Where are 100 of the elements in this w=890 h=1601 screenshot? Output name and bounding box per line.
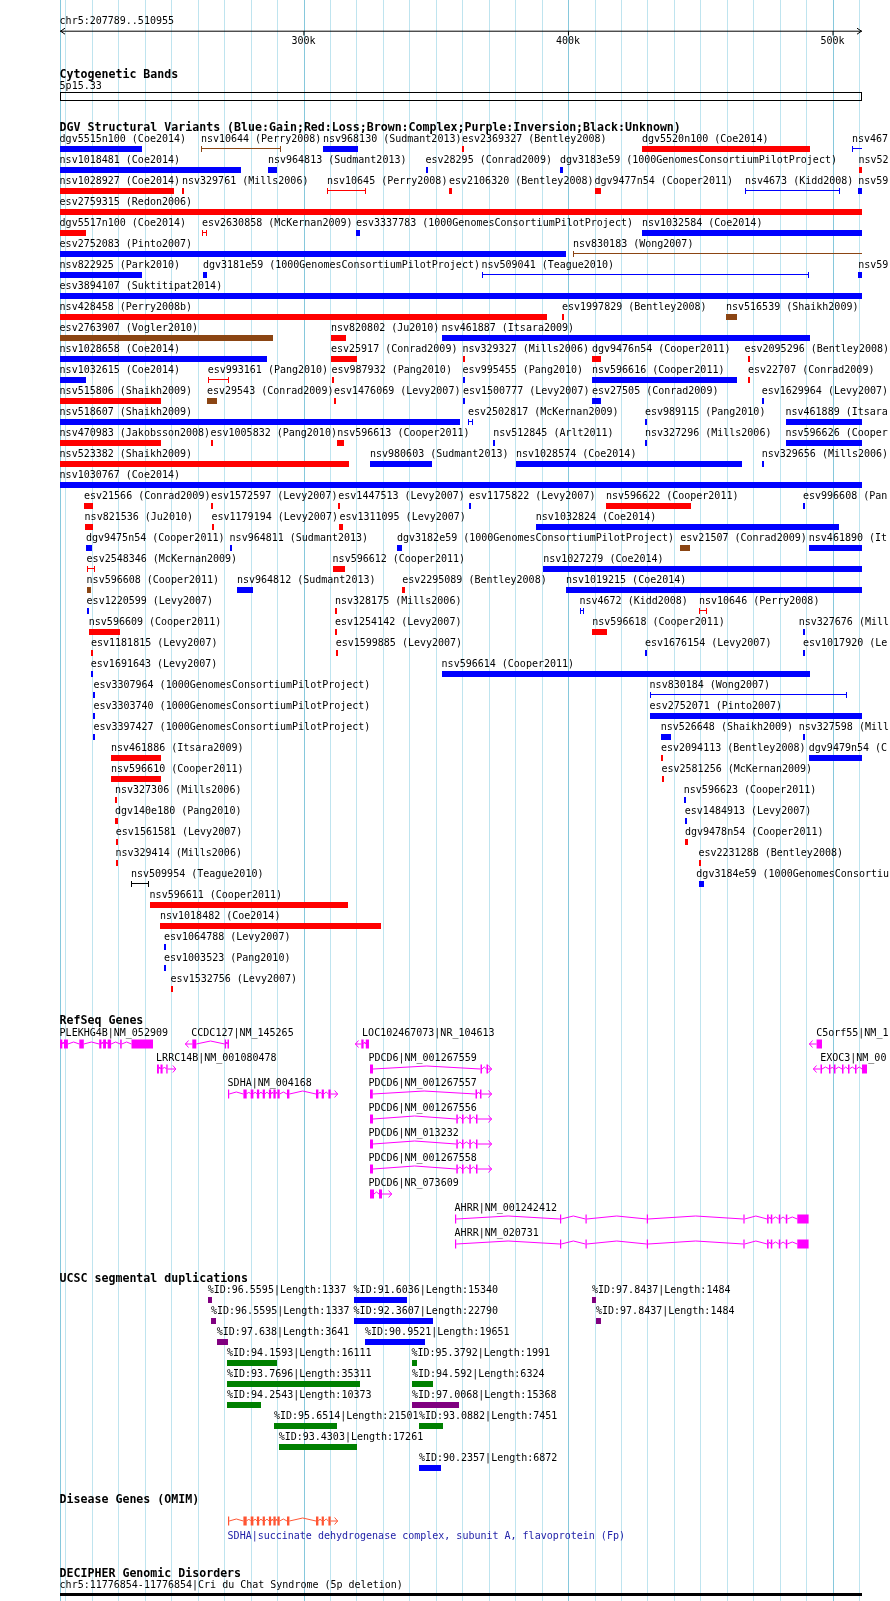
- variant-label: nsv327296 (Mills2006): [645, 427, 772, 439]
- variant-label: esv1691643 (Levy2007): [90, 658, 218, 670]
- variant-label: esv1484913 (Levy2007): [684, 805, 812, 817]
- duplication-label: %ID:93.0882|Length:7451: [418, 1410, 558, 1422]
- duplication-label: %ID:93.7696|Length:35311: [227, 1368, 372, 1380]
- variant-label: dgv9478n54 (Cooper2011): [685, 826, 824, 838]
- variant-label: esv3397427 (1000GenomesConsortiumPilotProject): [93, 721, 371, 733]
- variant-label: nsv830184 (Wong2007): [649, 679, 770, 691]
- variant-label: nsv1032615 (Coe2014): [59, 364, 180, 376]
- variant-label: nsv4672 (Kidd2008): [579, 595, 688, 607]
- variant-label: dgv5515n100 (Coe2014): [59, 133, 187, 145]
- variant-label: esv2630858 (McKernan2009): [202, 217, 353, 229]
- disease-gene-label: SDHA|succinate dehydrogenase complex, subunit A, flavoprotein (Fp): [227, 1530, 625, 1543]
- gene-model-drawing: [808, 1038, 822, 1049]
- variant-label: dgv9476n54 (Cooper2011): [592, 343, 731, 355]
- variant-label: esv2231288 (Bentley2008): [698, 847, 843, 859]
- track-title: Cytogenetic Bands: [59, 68, 179, 80]
- variant-label: esv1311095 (Levy2007): [339, 511, 466, 523]
- track-title: DECIPHER Genomic Disorders: [59, 1567, 242, 1579]
- duplication-label: %ID:97.638|Length:3641: [216, 1326, 350, 1338]
- variant-label: nsv596616 (Cooper2011): [592, 364, 725, 376]
- variant-label: esv21566 (Conrad2009): [84, 490, 211, 502]
- variant-label: esv1997829 (Bentley2008): [562, 301, 707, 313]
- gene-label: PDCD6|NM_001267559: [368, 1051, 477, 1064]
- variant-label: nsv1027279 (Coe2014): [543, 553, 664, 565]
- variant-label: esv3337783 (1000GenomesConsortiumPilotProject): [356, 217, 633, 229]
- variant-label: esv2295089 (Bentley2008): [402, 574, 547, 586]
- duplication-label: %ID:95.6514|Length:21501: [274, 1410, 419, 1422]
- duplication-label: %ID:94.592|Length:6324: [412, 1368, 545, 1380]
- variant-label: nsv596611 (Cooper2011): [149, 889, 283, 901]
- variant-label: esv27505 (Conrad2009): [592, 385, 719, 397]
- duplication-label: %ID:96.5595|Length:1337: [207, 1284, 347, 1296]
- variant-label: nsv1018482 (Coe2014): [160, 910, 281, 922]
- gene-label: PDCD6|NM_013232: [368, 1126, 459, 1139]
- duplication-label: %ID:97.8437|Length:1484: [596, 1305, 735, 1317]
- variant-label: nsv596610 (Cooper2011): [111, 763, 244, 775]
- variant-label: nsv52: [858, 154, 889, 166]
- variant-label: nsv329327 (Mills2006): [462, 343, 589, 355]
- variant-label: nsv328175 (Mills2006): [335, 595, 462, 607]
- gene-model-drawing: [354, 1038, 370, 1049]
- duplication-label: %ID:97.8437|Length:1484: [592, 1284, 731, 1296]
- variant-label: dgv9479n54 (C: [808, 742, 888, 754]
- variant-label: nsv1032824 (Coe2014): [535, 511, 657, 523]
- gene-label: PLEKHG4B|NM_052909: [59, 1026, 168, 1039]
- variant-label: esv987932 (Pang2010): [331, 364, 452, 376]
- variant-label: esv2752071 (Pinto2007): [649, 700, 783, 712]
- variant-label: esv3894107 (Suktitipat2014): [59, 280, 223, 292]
- variant-label: esv1561581 (Levy2007): [115, 826, 243, 838]
- variant-label: esv1179194 (Levy2007): [211, 511, 338, 523]
- duplication-label: %ID:94.2543|Length:10373: [227, 1389, 372, 1401]
- variant-label: esv2106320 (Bentley2008): [449, 175, 594, 187]
- variant-label: nsv820802 (Ju2010): [331, 322, 440, 334]
- variant-label: esv1220599 (Levy2007): [86, 595, 214, 607]
- variant-label: esv1003523 (Pang2010): [164, 952, 291, 964]
- variant-label: nsv327306 (Mills2006): [115, 784, 242, 796]
- variant-label: esv1175822 (Levy2007): [469, 490, 596, 502]
- variant-label: nsv596618 (Cooper2011): [592, 616, 725, 628]
- variant-label: nsv596623 (Cooper2011): [683, 784, 817, 796]
- variant-label: nsv822925 (Park2010): [59, 259, 180, 271]
- variant-label: nsv59: [858, 175, 889, 187]
- variant-label: esv1064788 (Levy2007): [164, 931, 291, 943]
- variant-label: dgv9477n54 (Cooper2011): [594, 175, 733, 187]
- variant-label: nsv467: [852, 133, 889, 145]
- variant-label: nsv327676 (Mill: [798, 616, 889, 628]
- variant-label: esv989115 (Pang2010): [645, 406, 766, 418]
- variant-label: esv2094113 (Bentley2008): [661, 742, 806, 754]
- gene-label: AHRR|NM_020731: [454, 1226, 539, 1239]
- gene-model-drawing: [156, 1063, 176, 1074]
- variant-label: nsv461889 (Itsara: [785, 406, 888, 418]
- variant-label: nsv329656 (Mills2006): [761, 448, 889, 460]
- variant-label: nsv1028658 (Coe2014): [59, 343, 180, 355]
- variant-label: esv1572597 (Levy2007): [211, 490, 338, 502]
- variant-label: dgv140e180 (Pang2010): [115, 805, 242, 817]
- variant-label: nsv596614 (Cooper2011): [441, 658, 575, 670]
- variant-label: nsv964813 (Sudmant2013): [268, 154, 407, 166]
- variant-label: esv1447513 (Levy2007): [338, 490, 465, 502]
- variant-label: esv1017920 (Le: [803, 637, 888, 649]
- variant-label: nsv1030767 (Coe2014): [59, 469, 180, 481]
- variant-label: nsv461890 (It: [808, 532, 888, 544]
- variant-label: esv25917 (Conrad2009): [331, 343, 458, 355]
- track-title: Disease Genes (OMIM): [59, 1492, 200, 1505]
- variant-label: esv3307964 (1000GenomesConsortiumPilotProject): [93, 679, 371, 691]
- variant-label: esv1005832 (Pang2010): [210, 427, 337, 439]
- variant-label: nsv964812 (Sudmant2013): [237, 574, 376, 586]
- variant-label: dgv3184e59 (1000GenomesConsortiu: [696, 868, 889, 880]
- duplication-label: %ID:97.0068|Length:15368: [412, 1389, 557, 1401]
- variant-label: nsv968130 (Sudmant2013): [323, 133, 462, 145]
- variant-label: nsv1018481 (Coe2014): [59, 154, 180, 166]
- variant-label: esv993161 (Pang2010): [207, 364, 329, 376]
- duplication-label: %ID:94.1593|Length:16111: [227, 1347, 372, 1359]
- variant-label: nsv509954 (Teague2010): [131, 868, 264, 880]
- variant-label: esv22707 (Conrad2009): [748, 364, 875, 376]
- variant-label: nsv329761 (Mills2006): [182, 175, 309, 187]
- variant-label: nsv523382 (Shaikh2009): [59, 448, 193, 460]
- gene-label: LOC102467073|NR_104613: [362, 1026, 495, 1039]
- variant-label: esv995455 (Pang2010): [462, 364, 583, 376]
- variant-label: nsv596612 (Cooper2011): [332, 553, 466, 565]
- variant-label: nsv516539 (Shaikh2009): [726, 301, 859, 313]
- variant-label: nsv596613 (Cooper2011): [337, 427, 470, 439]
- variant-label: esv1629964 (Levy2007): [761, 385, 889, 397]
